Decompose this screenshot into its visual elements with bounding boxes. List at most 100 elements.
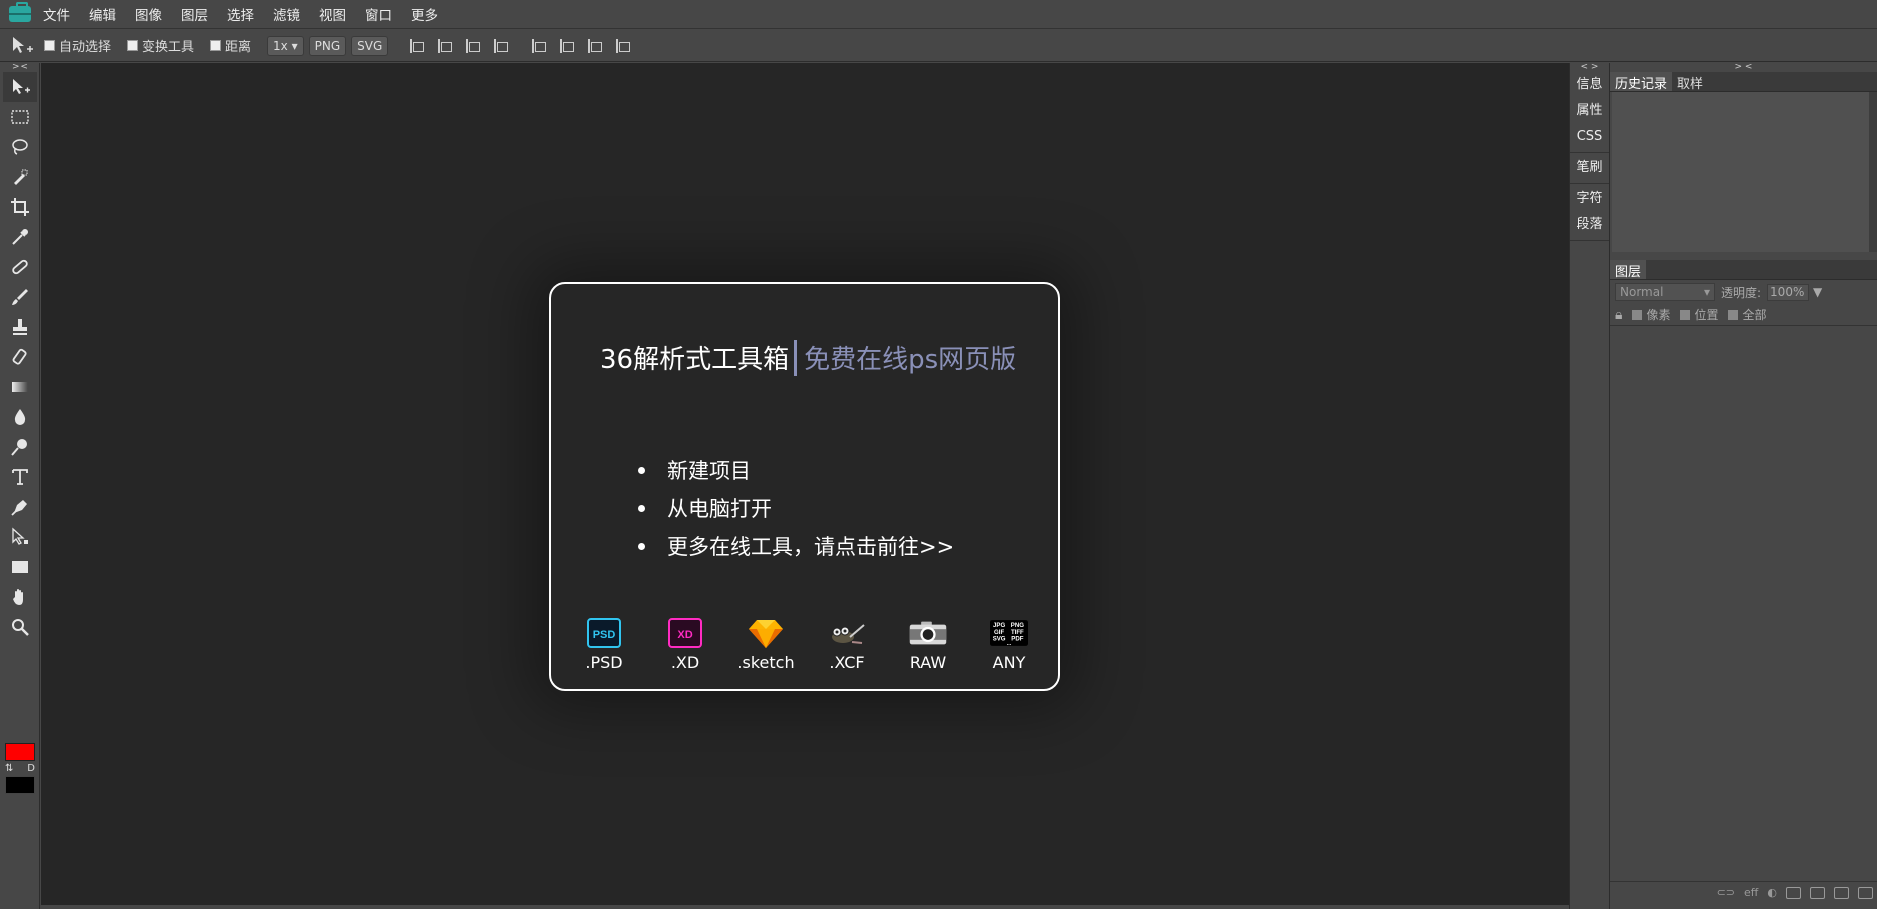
link-layers-icon[interactable]: ⊂⊃: [1717, 886, 1735, 899]
tool-text[interactable]: [3, 462, 37, 492]
blend-mode-select[interactable]: Normal ▾: [1615, 283, 1715, 301]
menu-layer[interactable]: 图层: [181, 4, 208, 24]
lock-all-checkbox[interactable]: [1728, 309, 1739, 320]
toolbox: > < ⇅ D: [0, 63, 40, 909]
lock-options: 🔒︎ 像素 位置 全部: [1610, 304, 1877, 326]
tool-stamp[interactable]: [3, 312, 37, 342]
tab-swatch[interactable]: 取样: [1672, 72, 1709, 92]
format-raw[interactable]: RAW: [893, 616, 963, 672]
new-project-link[interactable]: 新建项目: [639, 451, 954, 489]
menu-more[interactable]: 更多: [411, 4, 438, 24]
adjustment-layer-icon[interactable]: ◐: [1767, 886, 1777, 899]
lock-position-label: 位置: [1694, 308, 1719, 322]
blur-drop-icon: [14, 409, 26, 425]
panels-collapse-toggle[interactable]: > <: [1610, 63, 1877, 72]
opacity-dropdown-icon[interactable]: ▼: [1813, 285, 1822, 299]
layer-effects-button[interactable]: eff: [1744, 886, 1758, 899]
tool-healing[interactable]: [3, 252, 37, 282]
any-icon-text: ...: [1007, 641, 1012, 647]
menu-filter[interactable]: 滤镜: [273, 4, 300, 24]
transform-tool-label: 变换工具: [142, 40, 195, 55]
menu-select[interactable]: 选择: [227, 4, 254, 24]
format-sketch[interactable]: .sketch: [731, 616, 801, 672]
background-color-swatch[interactable]: [5, 776, 35, 794]
tool-shape[interactable]: [3, 552, 37, 582]
new-layer-icon[interactable]: [1834, 886, 1849, 899]
side-paragraph-button[interactable]: 段落: [1570, 212, 1609, 238]
align-top-icon[interactable]: [532, 38, 547, 54]
side-character-button[interactable]: 字符: [1570, 186, 1609, 212]
foreground-color-swatch[interactable]: [5, 743, 35, 761]
marquee-icon: [11, 110, 29, 124]
new-group-folder-icon[interactable]: [1810, 886, 1825, 899]
distribute-h-icon[interactable]: [494, 38, 509, 54]
checkbox-box: [44, 40, 55, 51]
tool-brush[interactable]: [3, 282, 37, 312]
align-middle-v-icon[interactable]: [560, 38, 575, 54]
tool-eraser[interactable]: [3, 342, 37, 372]
align-bottom-icon[interactable]: [588, 38, 603, 54]
delete-layer-trash-icon[interactable]: [1858, 886, 1873, 899]
chevron-down-icon: ▾: [1703, 285, 1710, 299]
default-colors-icon[interactable]: D: [27, 763, 35, 775]
toolbox-collapse-toggle[interactable]: > <: [0, 63, 39, 72]
opacity-input[interactable]: 100%: [1767, 283, 1810, 301]
quick-select-icon: [14, 169, 28, 185]
export-png-button[interactable]: PNG: [308, 35, 347, 56]
tool-path-select[interactable]: [3, 522, 37, 552]
layers-panel: 图层 Normal ▾ 透明度: 100% ▼ 🔒︎ 像素 位置 全部 ⊂⊃ ef…: [1610, 260, 1877, 909]
align-right-icon[interactable]: [466, 38, 481, 54]
align-center-h-icon[interactable]: [438, 38, 453, 54]
side-css-button[interactable]: CSS: [1570, 124, 1609, 150]
tab-history[interactable]: 历史记录: [1610, 72, 1673, 92]
scale-select[interactable]: 1x ▾: [267, 35, 304, 56]
swap-colors-icon[interactable]: ⇅: [5, 763, 13, 775]
toolbox-logo-icon[interactable]: [9, 2, 31, 22]
side-info-button[interactable]: 信息: [1570, 72, 1609, 98]
side-properties-button[interactable]: 属性: [1570, 98, 1609, 124]
menu-edit[interactable]: 编辑: [89, 4, 116, 24]
transform-tool-checkbox[interactable]: 变换工具: [127, 36, 194, 55]
layer-mask-icon[interactable]: [1786, 886, 1801, 899]
tool-gradient[interactable]: [3, 372, 37, 402]
format-xcf[interactable]: .XCF: [812, 616, 882, 672]
pen-icon: [11, 500, 27, 516]
open-from-computer-link[interactable]: 从电脑打开: [639, 489, 954, 527]
auto-select-checkbox[interactable]: 自动选择: [44, 36, 111, 55]
layers-footer: ⊂⊃ eff ◐: [1610, 881, 1877, 903]
tool-lasso[interactable]: [3, 132, 37, 162]
distribute-v-icon[interactable]: [616, 38, 631, 54]
tool-blur[interactable]: [3, 402, 37, 432]
crop-icon: [11, 198, 29, 216]
menu-window[interactable]: 窗口: [365, 4, 392, 24]
tool-pen[interactable]: [3, 492, 37, 522]
tool-dodge[interactable]: [3, 432, 37, 462]
tab-layers[interactable]: 图层: [1610, 260, 1647, 280]
blend-mode-value: Normal: [1620, 285, 1664, 299]
tool-quick-select[interactable]: [3, 162, 37, 192]
format-any[interactable]: JPG PNG GIF TIFF SVG PDF ... ANY: [974, 616, 1044, 672]
tool-marquee[interactable]: [3, 102, 37, 132]
distance-checkbox[interactable]: 距离: [210, 36, 251, 55]
tool-eyedropper[interactable]: [3, 222, 37, 252]
format-xcf-label: .XCF: [829, 653, 865, 672]
move-tool-icon: [10, 35, 34, 57]
tool-move[interactable]: [3, 72, 37, 102]
tool-hand[interactable]: [3, 582, 37, 612]
menu-image[interactable]: 图像: [135, 4, 162, 24]
strip-collapse-toggle[interactable]: < >: [1570, 63, 1609, 72]
menu-file[interactable]: 文件: [43, 4, 70, 24]
lock-position-checkbox[interactable]: [1680, 309, 1691, 320]
tool-crop[interactable]: [3, 192, 37, 222]
lock-pixels-label: 像素: [1646, 308, 1671, 322]
side-brush-button[interactable]: 笔刷: [1570, 155, 1609, 181]
tool-zoom[interactable]: [3, 612, 37, 642]
format-xd[interactable]: XD .XD: [650, 616, 720, 672]
lock-pixels-checkbox[interactable]: [1632, 309, 1643, 320]
align-left-icon[interactable]: [410, 38, 425, 54]
format-psd[interactable]: PSD .PSD: [569, 616, 639, 672]
export-svg-button[interactable]: SVG: [351, 35, 389, 56]
more-tools-link[interactable]: 更多在线工具，请点击前往>>: [639, 527, 954, 565]
move-icon: [13, 79, 30, 94]
menu-view[interactable]: 视图: [319, 4, 346, 24]
